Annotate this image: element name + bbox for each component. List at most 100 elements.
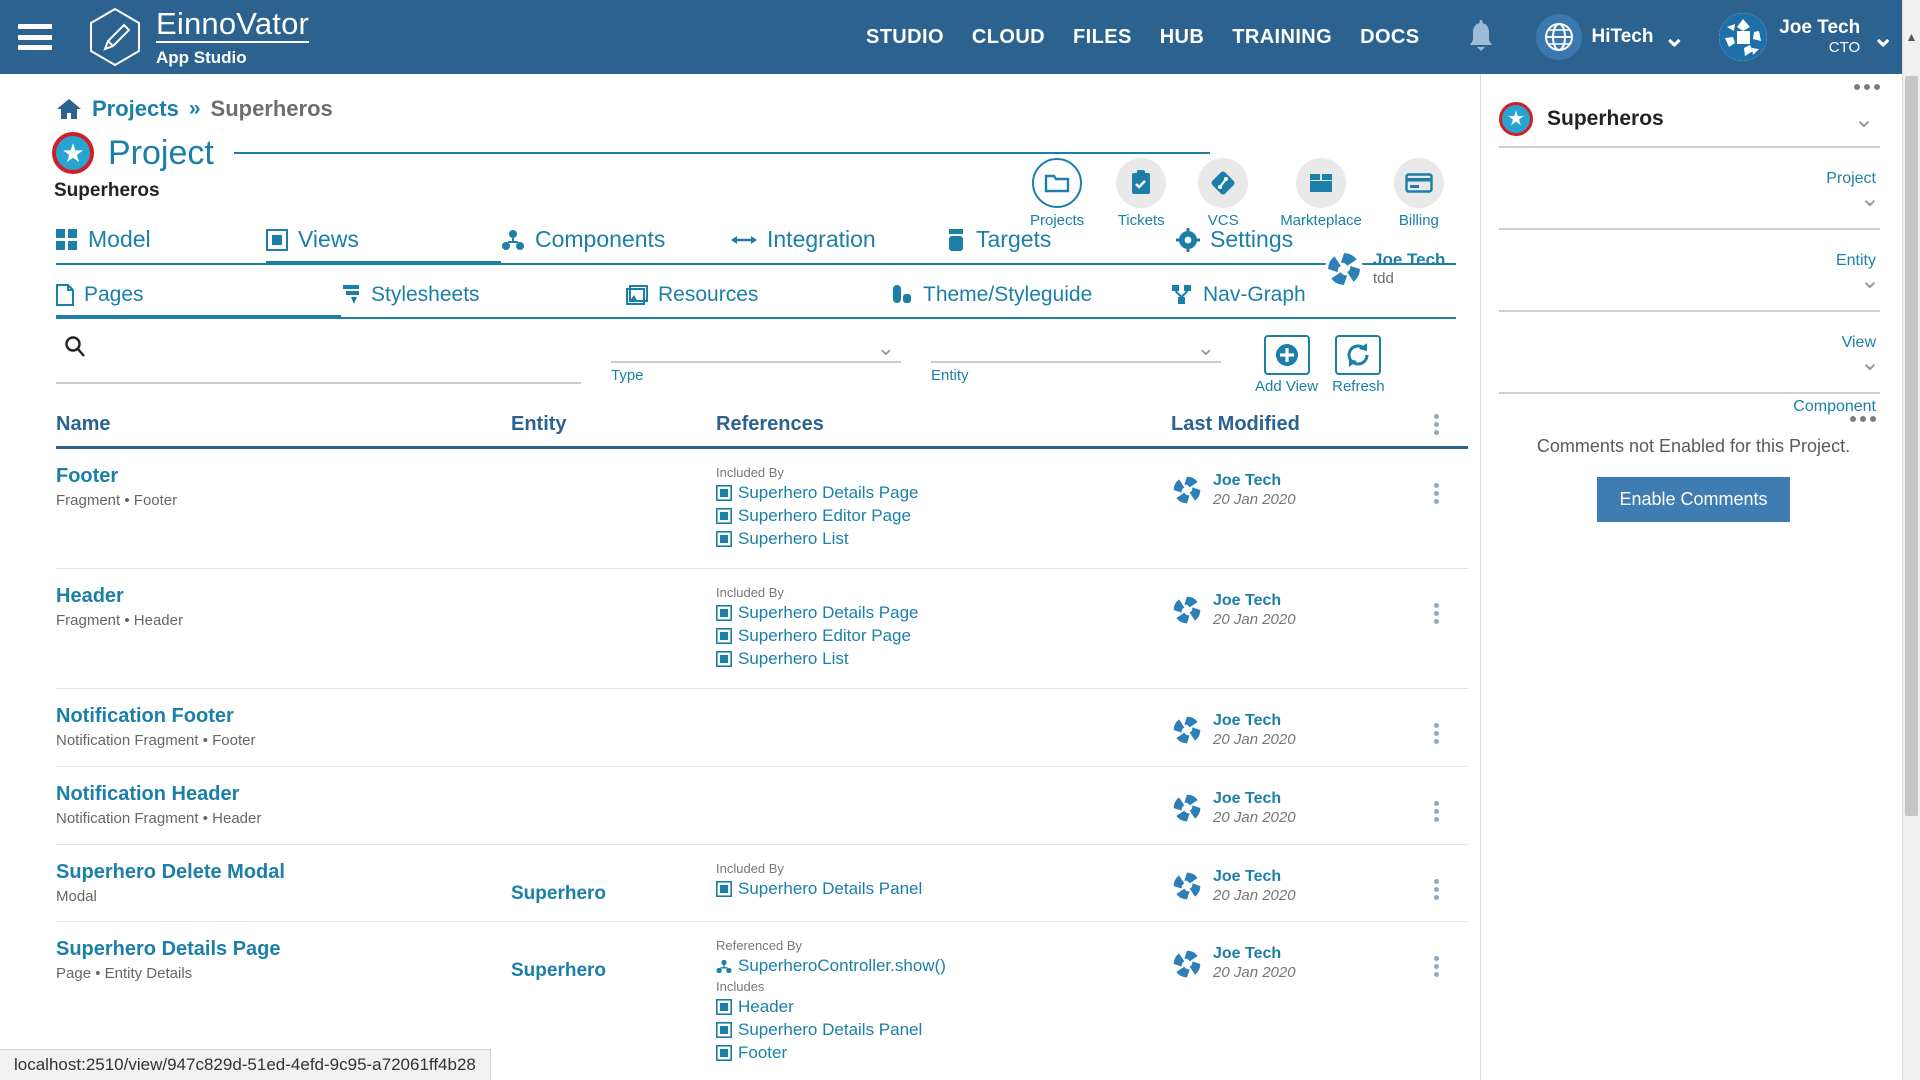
hamburger-menu-icon[interactable] (18, 24, 52, 50)
nav-link-training[interactable]: TRAINING (1232, 26, 1332, 49)
row-options-menu-icon[interactable] (1433, 878, 1439, 900)
table-options-menu-icon[interactable] (1433, 414, 1439, 435)
column-header-references[interactable]: References (716, 413, 1171, 436)
reference-item[interactable]: Superhero Details Page (716, 603, 1171, 623)
sidebar-options-menu-icon[interactable] (1854, 84, 1880, 90)
modified-date: 20 Jan 2020 (1213, 491, 1296, 508)
table-row[interactable]: Footer Fragment • Footer Included By Superh… (56, 449, 1468, 569)
subtab-theme-styleguide[interactable]: Theme/Styleguide (891, 277, 1171, 317)
refresh-button[interactable]: Refresh (1332, 335, 1385, 395)
reference-item[interactable]: Header (716, 997, 1171, 1017)
reference-link[interactable]: Superhero Details Panel (738, 879, 922, 899)
row-options-menu-icon[interactable] (1433, 723, 1439, 744)
view-name-link[interactable]: Notification Footer (56, 705, 511, 728)
reference-item[interactable]: Footer (716, 1043, 1171, 1063)
reference-link[interactable]: Superhero List (738, 649, 849, 669)
comments-options-menu-icon[interactable] (1481, 416, 1876, 422)
reference-item[interactable]: SuperheroController.show() (716, 956, 1171, 976)
reference-item[interactable]: Superhero Editor Page (716, 506, 1171, 526)
pencil-hexagon-icon (88, 7, 142, 67)
reference-link[interactable]: Superhero Editor Page (738, 626, 911, 646)
tab-views[interactable]: Views (266, 220, 501, 265)
table-row[interactable]: Header Fragment • Header Included By Superh… (56, 569, 1468, 689)
row-entity-cell[interactable]: Superhero (511, 861, 716, 905)
table-row[interactable]: Notification Header Notification Fragment… (56, 767, 1468, 845)
tab-components[interactable]: Components (501, 220, 731, 263)
reference-item[interactable]: Superhero Editor Page (716, 626, 1171, 646)
reference-link[interactable]: Footer (738, 1043, 787, 1063)
reference-item[interactable]: Superhero List (716, 529, 1171, 549)
brand-logo[interactable]: EinnoVator App Studio (88, 7, 310, 67)
reference-item[interactable]: Superhero Details Page (716, 483, 1171, 503)
tab-targets[interactable]: Targets (946, 220, 1176, 263)
chevron-down-icon: ⌄ (1859, 185, 1880, 212)
user-menu[interactable]: Joe Tech CTO ⌄ (1719, 13, 1894, 61)
tab-settings[interactable]: Settings (1176, 220, 1293, 263)
view-name-link[interactable]: Footer (56, 465, 511, 488)
reference-link[interactable]: SuperheroController.show() (738, 956, 946, 976)
subtab-resources[interactable]: Resources (626, 277, 891, 317)
tab-integration[interactable]: Integration (731, 220, 946, 263)
tab-model[interactable]: Model (56, 220, 266, 263)
view-name-link[interactable]: Superhero Delete Modal (56, 861, 511, 884)
filter-actions: Add View Refresh (1255, 335, 1385, 395)
nav-link-docs[interactable]: DOCS (1360, 26, 1419, 49)
reference-item[interactable]: Superhero Details Panel (716, 879, 1171, 899)
column-header-entity[interactable]: Entity (511, 413, 716, 436)
view-name-link[interactable]: Notification Header (56, 783, 511, 806)
vertical-scrollbar[interactable] (1902, 74, 1920, 1080)
reference-link[interactable]: Superhero Editor Page (738, 506, 911, 526)
quicktool-vcs[interactable]: VCS (1198, 158, 1249, 229)
subtab-pages[interactable]: Pages (56, 277, 341, 319)
column-header-name[interactable]: Name (56, 413, 511, 436)
row-options-menu-icon[interactable] (1433, 603, 1439, 624)
row-entity-cell[interactable]: Superhero (511, 938, 716, 982)
row-options-menu-icon[interactable] (1433, 956, 1439, 978)
type-filter[interactable]: ⌄ Type (611, 335, 901, 384)
sidebar-project-header[interactable]: ★ Superheros ⌄ (1481, 74, 1906, 136)
bell-icon[interactable] (1466, 20, 1496, 54)
breadcrumb-projects[interactable]: Projects (92, 96, 179, 122)
row-options-menu-icon[interactable] (1433, 800, 1439, 822)
entity-filter[interactable]: ⌄ Entity (931, 335, 1221, 384)
comments-status-text: Comments not Enabled for this Project. (1536, 436, 1851, 456)
quicktool-marketplace[interactable]: Markteplace (1280, 158, 1362, 229)
row-entity-cell (511, 585, 716, 607)
view-name-link[interactable]: Superhero Details Page (56, 938, 511, 961)
table-row[interactable]: Superhero Delete Modal Modal Superhero Incl… (56, 845, 1468, 923)
search-input[interactable] (96, 335, 566, 356)
nav-link-hub[interactable]: HUB (1160, 26, 1205, 49)
add-view-button[interactable]: Add View (1255, 335, 1318, 395)
sidebar-field-entity[interactable]: ⌄ (1499, 248, 1880, 312)
organization-selector[interactable]: HiTech ⌄ (1535, 14, 1685, 60)
reference-item[interactable]: Superhero Details Panel (716, 1020, 1171, 1040)
enable-comments-button[interactable]: Enable Comments (1597, 477, 1790, 522)
quicktool-tickets[interactable]: Tickets (1116, 158, 1167, 229)
avatar (1171, 869, 1203, 902)
reference-item[interactable]: Superhero List (716, 649, 1171, 669)
nav-link-files[interactable]: FILES (1073, 26, 1132, 49)
sidebar-field-view[interactable]: ⌄ (1499, 330, 1880, 394)
project-shield-icon: ★ (1499, 102, 1533, 136)
view-name-link[interactable]: Header (56, 585, 511, 608)
reference-link[interactable]: Header (738, 997, 794, 1017)
project-owner[interactable]: Joe Tech tdd (1325, 250, 1445, 289)
reference-link[interactable]: Superhero Details Panel (738, 1020, 922, 1040)
column-header-last-modified[interactable]: Last Modified (1171, 413, 1411, 436)
scroll-up-arrow[interactable]: ▲ (1902, 0, 1920, 74)
subtab-stylesheets[interactable]: Stylesheets (341, 277, 626, 317)
sidebar-field-project[interactable]: ⌄ (1499, 166, 1880, 230)
table-row[interactable]: Notification Footer Notification Fragment… (56, 689, 1468, 767)
row-options-menu-icon[interactable] (1433, 483, 1439, 504)
home-icon[interactable] (56, 97, 82, 121)
reference-link[interactable]: Superhero Details Page (738, 483, 919, 503)
quicktool-billing[interactable]: Billing (1393, 158, 1444, 229)
subtab-nav-graph[interactable]: Nav-Graph (1171, 277, 1306, 317)
reference-link[interactable]: Superhero List (738, 529, 849, 549)
scrollbar-thumb[interactable] (1905, 76, 1918, 816)
nav-link-studio[interactable]: STUDIO (866, 26, 944, 49)
nav-link-cloud[interactable]: CLOUD (972, 26, 1045, 49)
reference-link[interactable]: Superhero Details Page (738, 603, 919, 623)
chevron-down-icon[interactable]: ⌄ (1854, 105, 1874, 134)
quicktool-projects[interactable]: Projects (1030, 158, 1084, 229)
